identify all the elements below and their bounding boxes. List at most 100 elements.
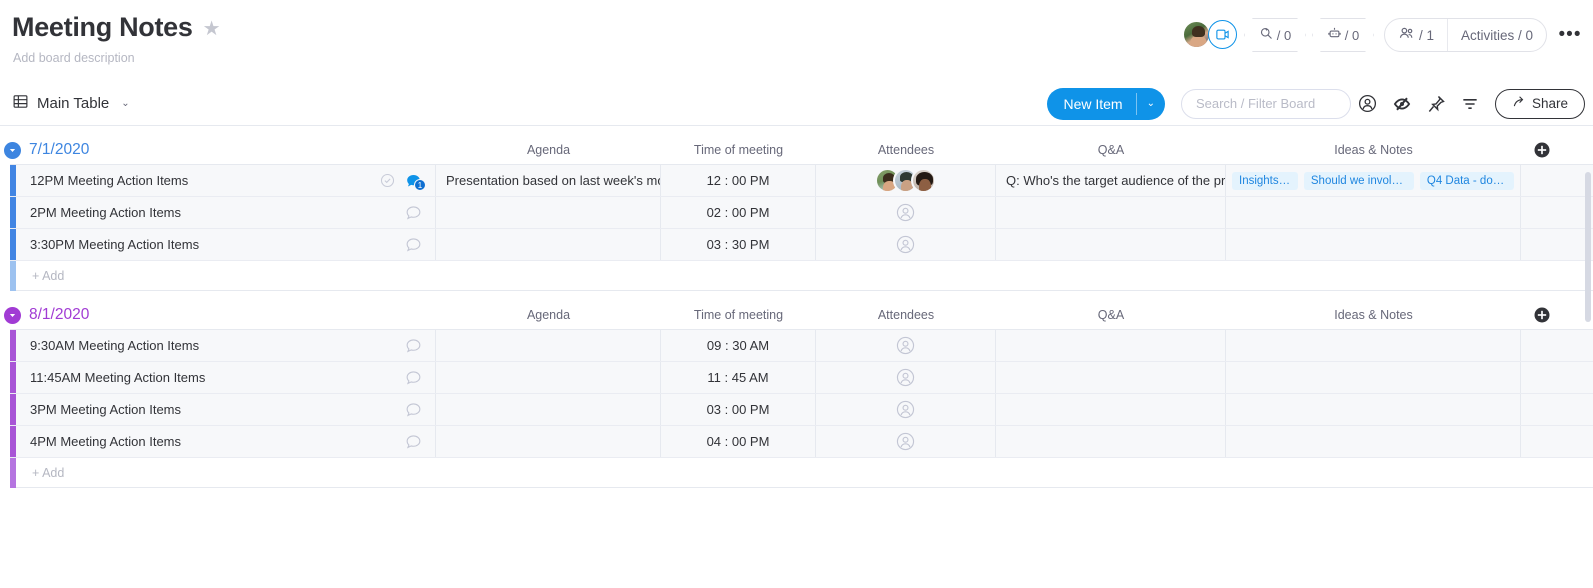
table-row[interactable]: 3:30PM Meeting Action Items 03 : 30 PM bbox=[10, 229, 1593, 261]
column-header-agenda[interactable]: Agenda bbox=[436, 308, 661, 322]
column-header-notes[interactable]: Ideas & Notes bbox=[1226, 143, 1521, 157]
person-placeholder-icon[interactable] bbox=[895, 234, 916, 255]
cell-time-of-meeting[interactable]: 02 : 00 PM bbox=[661, 197, 816, 228]
cell-ideas-notes[interactable] bbox=[1226, 362, 1521, 393]
cell-attendees[interactable] bbox=[816, 197, 996, 228]
table-row[interactable]: 12PM Meeting Action Items 1 Presentation b… bbox=[10, 165, 1593, 197]
cell-item-name[interactable]: 9:30AM Meeting Action Items bbox=[16, 330, 436, 361]
filter-icon[interactable] bbox=[1453, 88, 1487, 120]
cell-agenda[interactable] bbox=[436, 229, 661, 260]
chat-icon[interactable] bbox=[404, 235, 423, 254]
add-column-button[interactable] bbox=[1521, 140, 1563, 160]
chat-icon[interactable]: 1 bbox=[404, 171, 426, 191]
person-placeholder-icon[interactable] bbox=[895, 399, 916, 420]
tag[interactable]: Insights f… bbox=[1232, 171, 1298, 190]
share-button[interactable]: Share bbox=[1494, 88, 1585, 119]
cell-agenda[interactable] bbox=[436, 426, 661, 457]
person-placeholder-icon[interactable] bbox=[895, 335, 916, 356]
column-header-time[interactable]: Time of meeting bbox=[661, 143, 816, 157]
chat-icon[interactable] bbox=[404, 432, 423, 451]
cell-item-name[interactable]: 2PM Meeting Action Items bbox=[16, 197, 436, 228]
pin-icon[interactable] bbox=[1419, 88, 1453, 120]
column-header-attendees[interactable]: Attendees bbox=[816, 308, 996, 322]
star-icon[interactable]: ★ bbox=[203, 19, 221, 39]
group-title[interactable]: 8/1/2020 bbox=[29, 306, 89, 324]
new-item-button[interactable]: New Item ⌄ bbox=[1047, 87, 1165, 120]
column-header-qa[interactable]: Q&A bbox=[996, 143, 1226, 157]
column-header-attendees[interactable]: Attendees bbox=[816, 143, 996, 157]
tab-main-table[interactable]: Main Table ⌄ bbox=[12, 93, 130, 114]
table-row[interactable]: 4PM Meeting Action Items 04 : 00 PM bbox=[10, 426, 1593, 458]
cell-ideas-notes[interactable] bbox=[1226, 197, 1521, 228]
cell-attendees[interactable] bbox=[816, 394, 996, 425]
add-item-row[interactable]: + Add bbox=[10, 260, 1593, 291]
column-header-time[interactable]: Time of meeting bbox=[661, 308, 816, 322]
cell-ideas-notes[interactable] bbox=[1226, 394, 1521, 425]
hide-columns-button[interactable] bbox=[1385, 88, 1419, 120]
table-row[interactable]: 3PM Meeting Action Items 03 : 00 PM bbox=[10, 394, 1593, 426]
board-members-avatars[interactable] bbox=[1181, 20, 1238, 50]
table-row[interactable]: 11:45AM Meeting Action Items 11 : 45 AM bbox=[10, 362, 1593, 394]
person-placeholder-icon[interactable] bbox=[895, 367, 916, 388]
cell-item-name[interactable]: 3PM Meeting Action Items bbox=[16, 394, 436, 425]
column-header-notes[interactable]: Ideas & Notes bbox=[1226, 308, 1521, 322]
table-row[interactable]: 9:30AM Meeting Action Items 09 : 30 AM bbox=[10, 330, 1593, 362]
avatar[interactable] bbox=[911, 168, 936, 193]
cell-ideas-notes[interactable] bbox=[1226, 330, 1521, 361]
avatar[interactable] bbox=[1181, 20, 1211, 49]
chat-icon[interactable] bbox=[404, 400, 423, 419]
check-circle-icon[interactable] bbox=[379, 172, 396, 189]
cell-qa[interactable] bbox=[996, 426, 1226, 457]
cell-item-name[interactable]: 3:30PM Meeting Action Items bbox=[16, 229, 436, 260]
cell-attendees[interactable] bbox=[816, 362, 996, 393]
cell-agenda[interactable] bbox=[436, 197, 661, 228]
cell-attendees[interactable] bbox=[816, 330, 996, 361]
invite-members-icon[interactable] bbox=[1207, 20, 1237, 49]
person-placeholder-icon[interactable] bbox=[895, 202, 916, 223]
cell-ideas-notes[interactable]: Insights f… Should we involve th… Q4 Data … bbox=[1226, 165, 1521, 196]
cell-attendees[interactable] bbox=[816, 426, 996, 457]
column-header-qa[interactable]: Q&A bbox=[996, 308, 1226, 322]
chat-icon[interactable] bbox=[404, 336, 423, 355]
cell-item-name[interactable]: 11:45AM Meeting Action Items bbox=[16, 362, 436, 393]
cell-ideas-notes[interactable] bbox=[1226, 229, 1521, 260]
cell-qa[interactable] bbox=[996, 362, 1226, 393]
cell-qa[interactable]: Q: Who's the target audience of the pres… bbox=[996, 165, 1226, 196]
cell-item-name[interactable]: 12PM Meeting Action Items 1 bbox=[16, 165, 436, 196]
board-description[interactable]: Add board description bbox=[13, 51, 1593, 65]
cell-agenda[interactable] bbox=[436, 330, 661, 361]
table-row[interactable]: 2PM Meeting Action Items 02 : 00 PM bbox=[10, 197, 1593, 229]
search-input[interactable]: Search / Filter Board bbox=[1180, 88, 1351, 119]
chevron-down-icon[interactable]: ⌄ bbox=[1137, 88, 1165, 120]
chevron-down-icon[interactable] bbox=[4, 306, 21, 324]
cell-agenda[interactable]: Presentation based on last week's mont… bbox=[436, 165, 661, 196]
chevron-down-icon[interactable]: ⌄ bbox=[121, 98, 129, 109]
person-filter-button[interactable] bbox=[1351, 88, 1385, 120]
cell-attendees[interactable] bbox=[816, 165, 996, 196]
group-title[interactable]: 7/1/2020 bbox=[29, 141, 89, 159]
tag[interactable]: Should we involve th… bbox=[1303, 171, 1414, 190]
chat-icon[interactable] bbox=[404, 203, 423, 222]
cell-qa[interactable] bbox=[996, 229, 1226, 260]
cell-attendees[interactable] bbox=[816, 229, 996, 260]
cell-time-of-meeting[interactable]: 09 : 30 AM bbox=[661, 330, 816, 361]
activities-button[interactable]: Activities / 0 bbox=[1446, 19, 1546, 51]
automations-button[interactable]: / 0 bbox=[1311, 18, 1374, 52]
cell-qa[interactable] bbox=[996, 197, 1226, 228]
cell-time-of-meeting[interactable]: 12 : 00 PM bbox=[661, 165, 816, 196]
updates-button[interactable]: / 0 bbox=[1243, 18, 1306, 52]
chat-icon[interactable] bbox=[404, 368, 423, 387]
board-menu-button[interactable]: ••• bbox=[1555, 20, 1585, 50]
cell-time-of-meeting[interactable]: 03 : 30 PM bbox=[661, 229, 816, 260]
cell-time-of-meeting[interactable]: 04 : 00 PM bbox=[661, 426, 816, 457]
vertical-scrollbar[interactable] bbox=[1585, 172, 1591, 322]
add-column-button[interactable] bbox=[1521, 305, 1563, 325]
person-placeholder-icon[interactable] bbox=[895, 431, 916, 452]
cell-agenda[interactable] bbox=[436, 394, 661, 425]
cell-time-of-meeting[interactable]: 03 : 00 PM bbox=[661, 394, 816, 425]
add-item-row[interactable]: + Add bbox=[10, 457, 1593, 488]
chevron-down-icon[interactable] bbox=[4, 141, 21, 159]
cell-agenda[interactable] bbox=[436, 362, 661, 393]
cell-qa[interactable] bbox=[996, 394, 1226, 425]
cell-ideas-notes[interactable] bbox=[1226, 426, 1521, 457]
